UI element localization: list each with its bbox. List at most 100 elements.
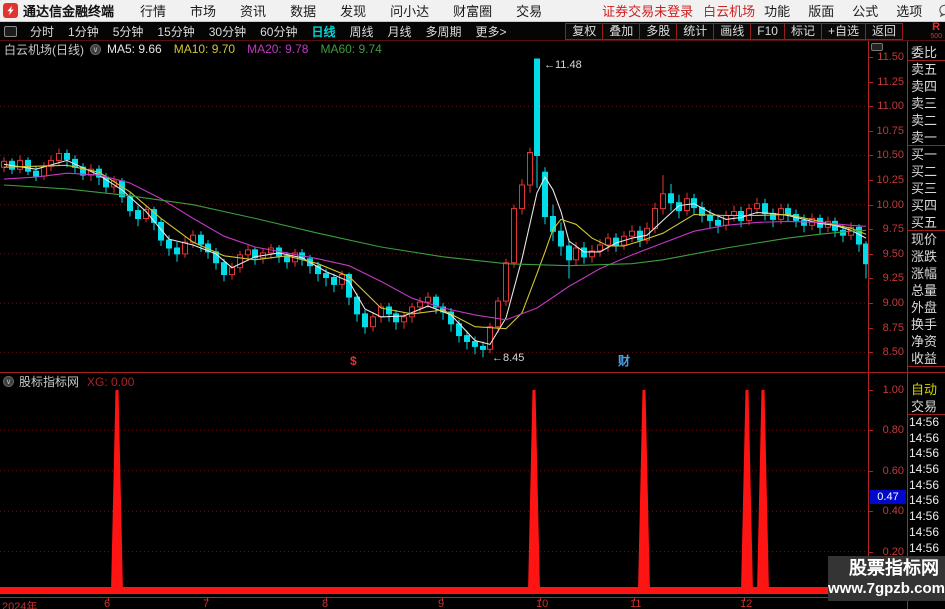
menubar-item[interactable]: 数据 — [278, 1, 328, 20]
candle-down — [276, 245, 282, 263]
price-tick-label: 11.50 — [877, 51, 904, 63]
candle-up — [527, 147, 533, 193]
trade-login-status[interactable]: 证券交易未登录 — [602, 1, 693, 20]
quote-row-现价: 现价 — [911, 232, 938, 247]
quote-row-交易[interactable]: 交易 — [908, 398, 945, 415]
period-tab[interactable]: 5分钟 — [106, 23, 151, 40]
axis-tick — [869, 278, 873, 280]
price-tick-label: 8.75 — [882, 321, 904, 334]
menubar-item[interactable]: 市场 — [178, 1, 228, 20]
message-bubble-icon[interactable] — [938, 4, 945, 17]
month-tick — [634, 598, 635, 601]
toolbar-button[interactable]: 返回 — [864, 22, 903, 40]
candle-down — [448, 308, 454, 332]
axis-mini-button[interactable] — [871, 43, 883, 51]
axis-tick — [869, 130, 873, 132]
app-logo-icon — [3, 3, 18, 18]
candle-down — [393, 310, 399, 330]
toolbar-button[interactable]: 复权 — [565, 22, 604, 40]
candle-down — [770, 208, 776, 228]
trade-time: 14:56 — [909, 540, 940, 555]
menubar-item[interactable]: 问小达 — [378, 1, 441, 20]
toolbar-button[interactable]: 叠加 — [602, 22, 641, 40]
date-axis[interactable]: 2024年 6 7 8 9 10 11 12 — [0, 597, 907, 609]
axis-tick — [869, 430, 873, 432]
toolbar-button[interactable]: 标记 — [783, 22, 822, 40]
candle-down — [174, 242, 180, 262]
month-tick — [207, 598, 208, 601]
chart-header: 白云机场(日线) ∨ MA5: 9.66 MA10: 9.70 MA20: 9.78… — [0, 41, 868, 57]
toolbar-button[interactable]: F10 — [750, 22, 785, 40]
indicator-tick-label: 0.80 — [882, 424, 904, 437]
period-tab[interactable]: 周线 — [342, 23, 380, 40]
candle-up — [17, 155, 23, 174]
quote-row-涨跌: 涨跌 — [911, 249, 938, 264]
period-tab[interactable]: 日线 — [304, 23, 342, 40]
menubar-item[interactable]: 交易 — [504, 1, 554, 20]
axis-tick — [869, 327, 873, 329]
trade-time: 14:56 — [909, 462, 940, 477]
menubar-item[interactable]: 行情 — [128, 1, 178, 20]
trade-time: 14:56 — [909, 477, 940, 492]
collapse-chevron-icon[interactable]: ∨ — [90, 43, 101, 55]
menubar-function-item[interactable]: 功能 — [755, 1, 799, 20]
month-tick — [326, 598, 327, 601]
candle-up — [48, 155, 54, 172]
toolbar-button[interactable]: 多股 — [639, 22, 678, 40]
event-flag[interactable]: 财 — [617, 353, 630, 368]
level2-badge[interactable]: R 500 — [930, 22, 942, 41]
month-tick — [744, 598, 745, 601]
month-label: 10 — [536, 598, 549, 609]
candle-up — [723, 210, 729, 231]
period-tab[interactable]: 15分钟 — [150, 23, 201, 40]
menubar-function-item[interactable]: 公式 — [843, 1, 887, 20]
menubar-right: 功能版面公式选项 152****9892 — [755, 1, 945, 20]
menubar-function-item[interactable]: 选项 — [887, 1, 931, 20]
xg-signal-spike — [638, 390, 650, 592]
price-axis[interactable]: 11.50 11.25 11.00 10.75 10.50 10.25 10.00 9.75 9… — [868, 41, 907, 597]
candle-up — [182, 237, 188, 258]
current-stock-name[interactable]: 白云机场 — [703, 1, 755, 20]
menubar-item[interactable]: 资讯 — [228, 1, 278, 20]
layout-icon[interactable] — [4, 25, 17, 37]
quote-row-委比: 委比 — [908, 44, 945, 61]
candle-down — [135, 205, 141, 227]
toolbar-button[interactable]: 统计 — [676, 22, 715, 40]
candle-down — [480, 341, 486, 358]
axis-tick — [869, 106, 873, 108]
chart-area[interactable]: ←11.48 ←8.45 $ 财 — [0, 0, 868, 609]
period-tab[interactable]: 更多> — [469, 23, 514, 40]
axis-tick — [869, 303, 873, 305]
event-flag[interactable]: $ — [350, 354, 357, 368]
xg-signal-spike — [757, 390, 769, 592]
candle-down — [668, 184, 674, 211]
period-tab[interactable]: 月线 — [381, 23, 419, 40]
period-tab[interactable]: 30分钟 — [202, 23, 253, 40]
menubar-item[interactable]: 发现 — [328, 1, 378, 20]
period-tab[interactable]: 1分钟 — [61, 23, 106, 40]
quote-row-自动[interactable]: 自动 — [908, 381, 945, 398]
period-tab[interactable]: 多周期 — [419, 23, 469, 40]
ma-legend-item: MA60: 9.74 — [320, 42, 382, 56]
quote-row-买四: 买四 — [911, 198, 938, 213]
quote-row-卖二: 卖二 — [911, 113, 938, 128]
collapse-chevron-icon[interactable]: ∨ — [3, 376, 14, 387]
menubar-item[interactable]: 财富圈 — [441, 1, 504, 20]
period-tab[interactable]: 分时 — [23, 23, 61, 40]
candle-up — [629, 225, 635, 243]
menubar-function-item[interactable]: 版面 — [799, 1, 843, 20]
quote-row-卖三: 卖三 — [911, 96, 938, 111]
indicator-tick-label: 0.40 — [882, 505, 904, 518]
ma-legend-item: MA5: 9.66 — [107, 42, 162, 56]
axis-tick — [869, 180, 873, 182]
axis-tick — [869, 253, 873, 255]
xg-signal-spike — [528, 390, 540, 592]
toolbar-button[interactable]: 画线 — [713, 22, 752, 40]
trade-time: 14:56 — [909, 524, 940, 539]
watermark: 股票指标网 www.7gpzb.com — [828, 556, 945, 601]
axis-tick — [869, 81, 873, 83]
quote-row-买三: 买三 — [911, 181, 938, 196]
menubar: 通达信金融终端 行情 市场 资讯 数据 发现 问小达 财富圈 交易 证券交易未登录 白云机场 … — [0, 0, 945, 22]
toolbar-button[interactable]: +自选 — [820, 22, 866, 40]
period-tab[interactable]: 60分钟 — [253, 23, 304, 40]
